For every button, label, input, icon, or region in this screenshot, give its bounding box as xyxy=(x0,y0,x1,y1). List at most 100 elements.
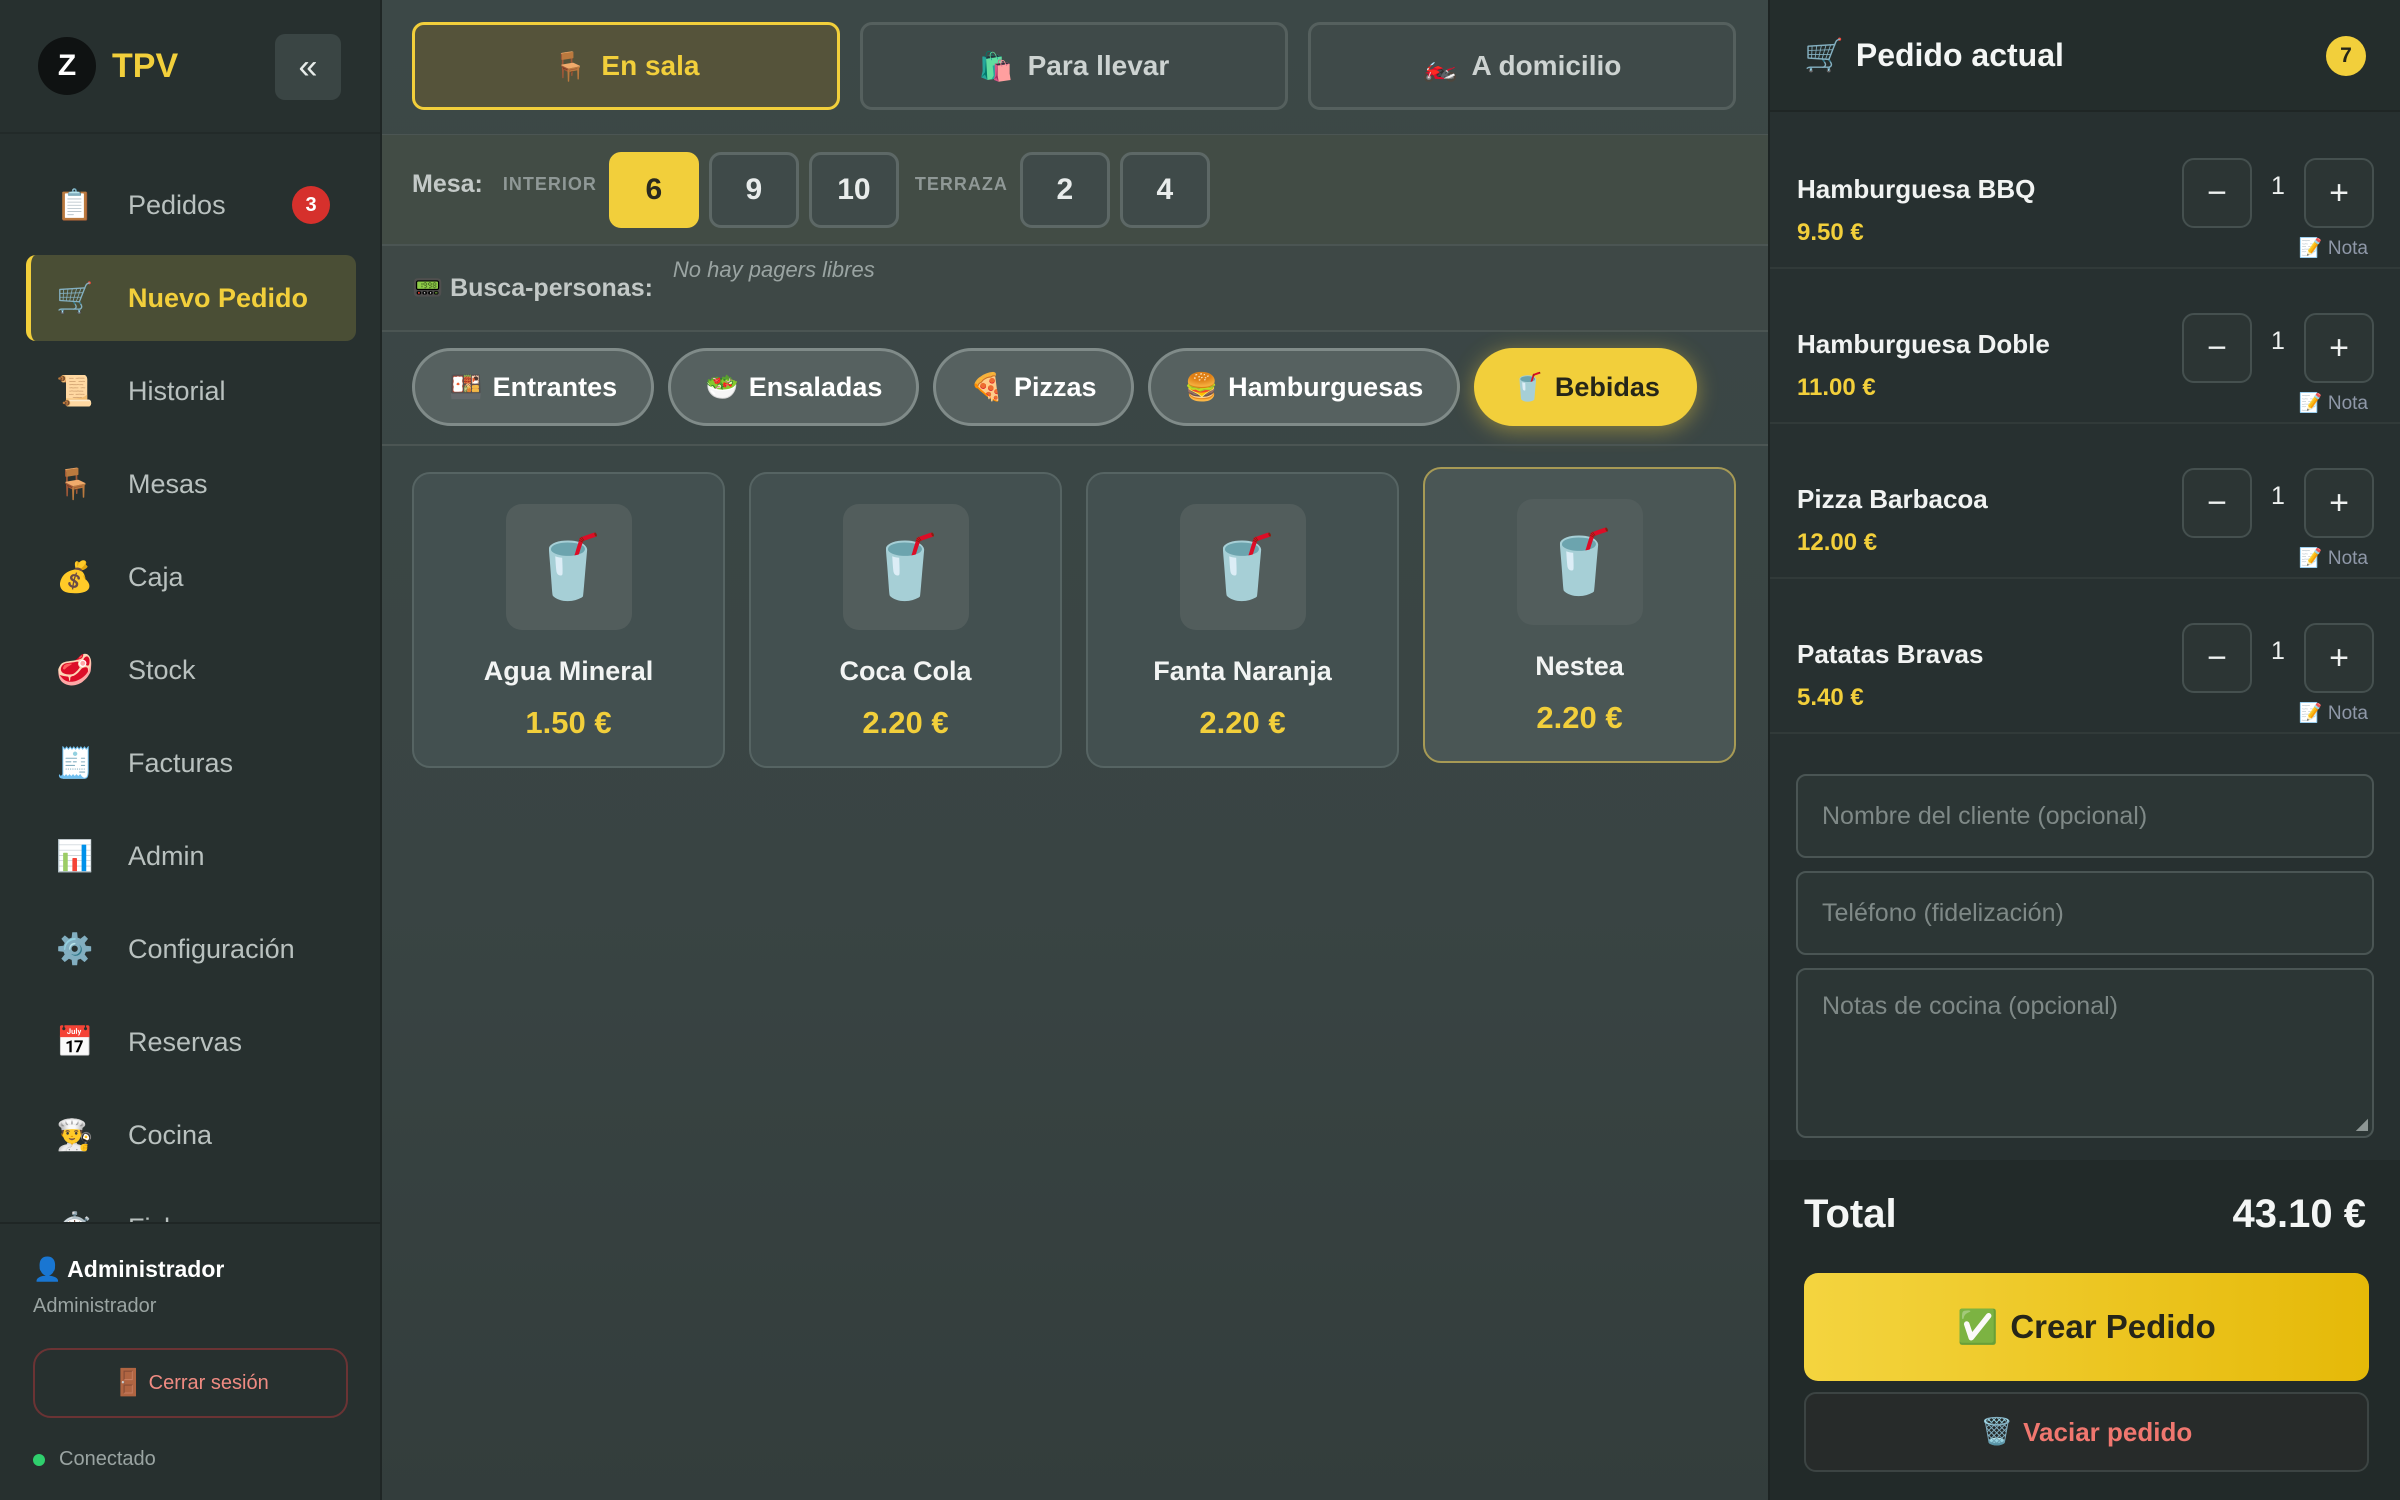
table-selector-label: Mesa: xyxy=(412,170,483,198)
brand-header: Z TPV « xyxy=(0,0,380,134)
user-name: 👤 Administrador xyxy=(33,1256,225,1282)
sidebar-item-reservas[interactable]: 📅 Reservas xyxy=(26,999,356,1085)
clear-order-button[interactable]: 🗑️ Vaciar pedido xyxy=(1804,1392,2369,1472)
divider xyxy=(382,444,1768,446)
user-role: Administrador xyxy=(33,1295,157,1317)
drink-cup-icon: 🥤 xyxy=(1179,504,1306,630)
sidebar-item-label: Caja xyxy=(128,561,184,592)
table-button[interactable]: 9 xyxy=(708,151,799,228)
table-button[interactable]: 10 xyxy=(808,151,899,228)
drink-cup-icon: 🥤 xyxy=(842,504,969,630)
sidebar-item-caja[interactable]: 💰 Caja xyxy=(26,534,356,620)
decrease-qty-button[interactable]: − xyxy=(2182,468,2252,538)
product-grid: 🥤 Agua Mineral 1.50 € 🥤 Coca Cola 2.20 €… xyxy=(412,467,1736,768)
product-card[interactable]: 🥤 Nestea 2.20 € xyxy=(1423,467,1736,763)
item-quantity: 1 xyxy=(2271,172,2285,200)
trash-icon: 🗑️ xyxy=(1980,1417,2014,1447)
current-order-panel: 🛒 Pedido actual 7 Hamburguesa BBQ 9.50 €… xyxy=(1768,0,2400,1500)
logout-button[interactable]: 🚪 Cerrar sesión xyxy=(33,1348,348,1418)
add-note-button[interactable]: 📝 Nota xyxy=(2299,391,2368,415)
sidebar-item-label: Facturas xyxy=(128,747,234,778)
add-note-button[interactable]: 📝 Nota xyxy=(2299,236,2368,260)
increase-qty-button[interactable]: + xyxy=(2304,623,2374,693)
sidebar: Z TPV « 📋 Pedidos 3 🛒 Nuevo Pedido 📜 His… xyxy=(0,0,382,1500)
sidebar-item-pedidos[interactable]: 📋 Pedidos 3 xyxy=(26,162,356,248)
product-price: 2.20 € xyxy=(1536,700,1623,735)
add-note-button[interactable]: 📝 Nota xyxy=(2299,701,2368,725)
order-item: Patatas Bravas 5.40 € − 1 + 📝 Nota xyxy=(1770,579,2400,734)
order-footer: Total 43.10 € ✅ Crear Pedido 🗑️ Vaciar p… xyxy=(1770,1160,2400,1500)
product-card[interactable]: 🥤 Fanta Naranja 2.20 € xyxy=(1086,472,1399,768)
phone-input[interactable]: Teléfono (fidelización) xyxy=(1796,871,2374,955)
order-count-badge: 7 xyxy=(2326,36,2366,76)
bar-chart-icon: 📊 xyxy=(56,838,94,874)
collapse-sidebar-button[interactable]: « xyxy=(275,34,341,100)
meat-icon: 🥩 xyxy=(56,652,94,688)
sidebar-item-admin[interactable]: 📊 Admin xyxy=(26,813,356,899)
salad-icon: 🥗 xyxy=(705,372,739,403)
chair-icon: 🪑 xyxy=(56,466,94,502)
category-hamburguesas[interactable]: 🍔 Hamburguesas xyxy=(1147,348,1461,426)
pending-orders-badge: 3 xyxy=(292,186,330,224)
sidebar-item-facturas[interactable]: 🧾 Facturas xyxy=(26,720,356,806)
decrease-qty-button[interactable]: − xyxy=(2182,158,2252,228)
sidebar-item-cocina[interactable]: 👨‍🍳 Cocina xyxy=(26,1092,356,1178)
customer-name-input[interactable]: Nombre del cliente (opcional) xyxy=(1796,774,2374,858)
chef-icon: 👨‍🍳 xyxy=(56,1117,94,1153)
order-header: 🛒 Pedido actual 7 xyxy=(1770,0,2400,112)
stopwatch-icon: ⏱️ xyxy=(54,1211,96,1223)
category-entrantes[interactable]: 🍱 Entrantes xyxy=(412,348,655,426)
table-button[interactable]: 4 xyxy=(1119,151,1210,228)
table-button[interactable]: 6 xyxy=(608,151,699,228)
resize-handle-icon[interactable]: ◢ xyxy=(2356,1114,2368,1134)
decrease-qty-button[interactable]: − xyxy=(2182,313,2252,383)
kitchen-notes-textarea[interactable]: Notas de cocina (opcional) ◢ xyxy=(1796,968,2374,1138)
category-ensaladas[interactable]: 🥗 Ensaladas xyxy=(668,348,920,426)
table-button[interactable]: 2 xyxy=(1019,151,1110,228)
product-card[interactable]: 🥤 Coca Cola 2.20 € xyxy=(749,472,1062,768)
sidebar-item-label: Stock xyxy=(128,654,196,685)
item-quantity: 1 xyxy=(2271,482,2285,510)
product-card[interactable]: 🥤 Agua Mineral 1.50 € xyxy=(412,472,725,768)
item-quantity: 1 xyxy=(2271,637,2285,665)
sidebar-item-configuracion[interactable]: ⚙️ Configuración xyxy=(26,906,356,992)
clear-order-label: Vaciar pedido xyxy=(2023,1416,2193,1447)
sidebar-item-label: Pedidos xyxy=(128,189,226,220)
category-bebidas[interactable]: 🥤 Bebidas xyxy=(1474,348,1697,426)
sidebar-item-nuevo-pedido[interactable]: 🛒 Nuevo Pedido xyxy=(26,255,356,341)
order-items-list: Hamburguesa BBQ 9.50 € − 1 + 📝 Nota Hamb… xyxy=(1770,114,2400,734)
category-pizzas[interactable]: 🍕 Pizzas xyxy=(933,348,1134,426)
sidebar-item-stock[interactable]: 🥩 Stock xyxy=(26,627,356,713)
add-note-button[interactable]: 📝 Nota xyxy=(2299,546,2368,570)
receipt-icon: 🧾 xyxy=(56,745,94,781)
order-type-selector: 🪑 En sala 🛍️ Para llevar 🏍️ A domicilio xyxy=(412,22,1736,110)
sidebar-item-mesas[interactable]: 🪑 Mesas xyxy=(26,441,356,527)
zone-label-terraza: TERRAZA xyxy=(914,174,1008,194)
category-label: Pizzas xyxy=(1014,371,1097,402)
sidebar-item-label: Cocina xyxy=(128,1119,213,1150)
shopping-bags-icon: 🛍️ xyxy=(978,49,1014,83)
category-label: Hamburguesas xyxy=(1228,371,1424,402)
sidebar-item-fichar[interactable]: ⏱️ Fichar xyxy=(26,1185,356,1223)
motorcycle-icon: 🏍️ xyxy=(1422,49,1458,83)
decrease-qty-button[interactable]: − xyxy=(2182,623,2252,693)
cart-icon: 🛒 xyxy=(1804,36,1844,74)
order-type-para-llevar[interactable]: 🛍️ Para llevar xyxy=(860,22,1288,110)
increase-qty-button[interactable]: + xyxy=(2304,158,2374,228)
create-order-button[interactable]: ✅ Crear Pedido xyxy=(1804,1273,2369,1381)
order-type-en-sala[interactable]: 🪑 En sala xyxy=(412,22,840,110)
increase-qty-button[interactable]: + xyxy=(2304,468,2374,538)
item-quantity: 1 xyxy=(2271,327,2285,355)
product-name: Fanta Naranja xyxy=(1153,656,1332,686)
sidebar-item-label: Historial xyxy=(128,375,226,406)
order-type-a-domicilio[interactable]: 🏍️ A domicilio xyxy=(1308,22,1736,110)
increase-qty-button[interactable]: + xyxy=(2304,313,2374,383)
product-price: 2.20 € xyxy=(1199,705,1286,740)
order-type-label: Para llevar xyxy=(1027,50,1170,81)
app-logo: Z xyxy=(38,37,96,95)
product-name: Agua Mineral xyxy=(483,656,654,686)
sidebar-item-historial[interactable]: 📜 Historial xyxy=(26,348,356,434)
order-type-label: En sala xyxy=(601,50,700,81)
category-label: Entrantes xyxy=(492,371,618,402)
kitchen-notes-placeholder: Notas de cocina (opcional) xyxy=(1822,992,2118,1020)
